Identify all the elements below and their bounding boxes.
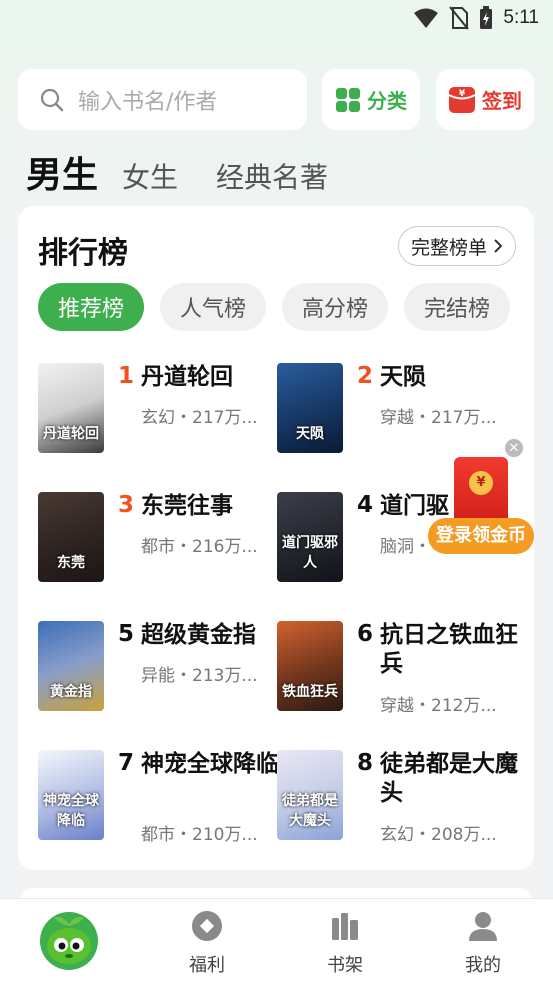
tab-female[interactable]: 女生 xyxy=(122,156,178,196)
cover-title: 丹道轮回 xyxy=(43,426,99,442)
mascot-face-icon xyxy=(47,916,91,964)
red-packet-icon[interactable]: ¥ xyxy=(454,457,508,523)
ranking-tabs: 推荐榜 人气榜 高分榜 完结榜 xyxy=(38,283,511,331)
rank-number: 3 xyxy=(118,492,135,518)
book-title: 丹道轮回 xyxy=(141,364,233,390)
nav-label: 我的 xyxy=(465,955,501,976)
status-time: 5:11 xyxy=(503,7,539,28)
book-cover: 道门驱邪人 xyxy=(277,492,343,582)
rank-number: 5 xyxy=(118,621,135,647)
bookshelf-icon xyxy=(332,913,358,940)
tab-recommend[interactable]: 推荐榜 xyxy=(38,283,145,331)
book-cover: 铁血狂兵 xyxy=(277,621,343,711)
book-item[interactable]: 徒弟都是大魔头 8 徒弟都是大魔头 玄幻・208万... xyxy=(277,750,518,845)
close-icon[interactable]: ✕ xyxy=(505,439,523,457)
book-item[interactable]: 天陨 2 天陨 穿越・217万... xyxy=(277,363,517,455)
nav-profile[interactable]: 我的 xyxy=(433,899,533,983)
svg-text:¥: ¥ xyxy=(459,89,466,99)
chevron-right-icon xyxy=(494,239,503,253)
nav-bookshelf[interactable]: 书架 xyxy=(295,899,395,983)
book-cover: 丹道轮回 xyxy=(38,363,104,453)
red-envelope-icon: ¥ xyxy=(448,86,476,113)
search-icon xyxy=(40,88,64,111)
cover-title: 铁血狂兵 xyxy=(282,684,338,700)
mascot-icon[interactable] xyxy=(40,912,98,970)
cover-title: 天陨 xyxy=(296,426,324,442)
book-meta: 异能・213万... xyxy=(141,666,258,686)
cover-title: 黄金指 xyxy=(50,684,92,700)
rank-number: 2 xyxy=(357,363,374,389)
book-meta: 都市・210万... xyxy=(141,825,258,845)
checkin-button[interactable]: ¥ 签到 xyxy=(436,69,534,130)
book-item[interactable]: 神宠全球降临 7 神宠全球降临 都市・210万... xyxy=(38,750,279,845)
book-cover: 东莞 xyxy=(38,492,104,582)
rank-number: 4 xyxy=(357,492,374,518)
rank-number: 8 xyxy=(357,750,374,776)
wifi-icon xyxy=(414,8,439,28)
nav-welfare[interactable]: 福利 xyxy=(157,899,257,983)
coin-icon: ¥ xyxy=(469,471,493,495)
book-title: 天陨 xyxy=(380,364,426,390)
book-meta: 穿越・217万... xyxy=(380,408,497,428)
search-input[interactable]: 输入书名/作者 xyxy=(18,69,307,130)
category-button[interactable]: 分类 xyxy=(322,69,420,130)
tab-completed[interactable]: 完结榜 xyxy=(404,283,511,331)
full-list-label: 完整榜单 xyxy=(410,236,487,259)
grid-icon xyxy=(336,87,360,112)
book-cover: 黄金指 xyxy=(38,621,104,711)
book-title: 东莞往事 xyxy=(141,493,233,519)
ranking-title: 排行榜 xyxy=(38,236,128,271)
battery-charging-icon xyxy=(480,6,493,29)
book-title: 神宠全球降临 xyxy=(141,751,279,777)
profile-icon xyxy=(469,912,497,941)
book-item[interactable]: 东莞 3 东莞往事 都市・216万... xyxy=(38,492,278,584)
tab-male[interactable]: 男生 xyxy=(26,146,98,198)
login-coin-button[interactable]: 登录领金币 xyxy=(428,518,534,554)
cover-title: 徒弟都是大魔头 xyxy=(282,793,338,829)
book-item[interactable]: 黄金指 5 超级黄金指 异能・213万... xyxy=(38,621,278,713)
nav-label: 书架 xyxy=(327,955,363,976)
rank-number: 6 xyxy=(357,621,374,647)
book-meta: 穿越・212万... xyxy=(380,696,497,716)
book-cover: 徒弟都是大魔头 xyxy=(277,750,343,840)
tab-top-rated[interactable]: 高分榜 xyxy=(282,283,389,331)
book-meta: 脑洞・ xyxy=(380,537,431,557)
full-list-button[interactable]: 完整榜单 xyxy=(397,226,516,266)
book-item[interactable]: 铁血狂兵 6 抗日之铁血狂兵 穿越・212万... xyxy=(277,621,518,716)
category-label: 分类 xyxy=(367,89,407,113)
rank-number: 1 xyxy=(118,363,135,389)
book-item[interactable]: 丹道轮回 1 丹道轮回 玄幻・217万... xyxy=(38,363,278,455)
status-bar: 5:11 xyxy=(0,0,553,40)
status-icons: 5:11 xyxy=(413,6,539,30)
checkin-label: 签到 xyxy=(482,89,522,113)
rank-number: 7 xyxy=(118,750,135,776)
cover-title: 东莞 xyxy=(57,555,85,571)
gift-icon xyxy=(192,911,222,941)
book-title: 徒弟都是大魔头 xyxy=(380,751,518,806)
tab-classics[interactable]: 经典名著 xyxy=(216,156,328,196)
book-title: 超级黄金指 xyxy=(141,622,256,648)
book-title: 抗日之铁血狂兵 xyxy=(380,622,518,677)
cover-title: 道门驱邪人 xyxy=(282,535,338,571)
nav-label: 福利 xyxy=(189,955,225,976)
book-meta: 都市・216万... xyxy=(141,537,258,557)
book-cover: 天陨 xyxy=(277,363,343,453)
book-meta: 玄幻・208万... xyxy=(380,825,497,845)
book-cover: 神宠全球降临 xyxy=(38,750,104,840)
tab-popular[interactable]: 人气榜 xyxy=(160,283,267,331)
search-placeholder: 输入书名/作者 xyxy=(78,89,218,115)
cover-title: 神宠全球降临 xyxy=(43,793,99,829)
gender-tabs: 男生 女生 经典名著 xyxy=(26,146,366,198)
book-meta: 玄幻・217万... xyxy=(141,408,258,428)
no-sim-icon xyxy=(449,6,470,30)
